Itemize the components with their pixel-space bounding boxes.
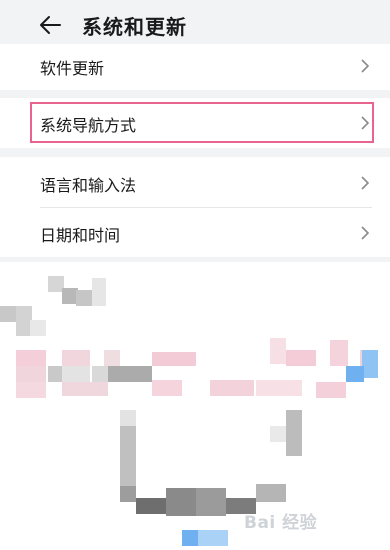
chevron-right-icon [361,176,370,190]
mosaic-block [62,366,90,382]
settings-item-language-input[interactable]: 语言和输入法 [0,158,390,208]
mosaic-block [256,380,302,396]
mosaic-block [48,366,62,382]
mosaic-block [286,410,302,456]
mosaic-block [62,382,108,396]
page-title: 系统和更新 [82,15,187,39]
arrow-left-icon[interactable] [38,12,64,38]
watermark: Bai 经验 [244,513,318,533]
mosaic-block [362,350,378,378]
settings-group-language-date: 语言和输入法 日期和时间 [0,157,390,257]
mosaic-block [62,350,90,366]
mosaic-block [182,530,198,546]
mosaic-block [30,320,46,336]
mosaic-block [166,488,196,516]
mosaic-block [0,306,16,322]
mosaic-block [152,352,196,366]
mosaic-block [16,366,46,382]
settings-item-software-update[interactable]: 软件更新 [0,41,390,91]
mosaic-block [152,380,182,396]
chevron-right-icon [361,226,370,240]
mosaic-block [198,530,228,546]
pixelated-preview [0,262,390,550]
mosaic-block [270,426,286,442]
mosaic-block [196,488,226,516]
mosaic-block [120,486,136,502]
mosaic-block [270,338,286,364]
settings-item-label: 语言和输入法 [40,176,137,195]
mosaic-block [256,484,286,502]
mosaic-block [108,366,152,382]
mosaic-block [286,350,316,366]
settings-item-date-time[interactable]: 日期和时间 [0,208,390,258]
mosaic-block [120,426,136,486]
mosaic-block [120,410,136,426]
settings-group-update: 软件更新 [0,44,390,90]
settings-item-label: 软件更新 [40,59,105,78]
mosaic-block [330,340,348,366]
mosaic-block [92,278,106,306]
mosaic-block [16,382,46,398]
mosaic-block [16,350,46,366]
mosaic-block [346,366,364,382]
chevron-right-icon [361,59,370,73]
mosaic-block [136,498,166,514]
highlight-frame [30,102,374,143]
mosaic-block [76,290,92,306]
mosaic-block [92,366,108,382]
mosaic-block [104,350,120,366]
mosaic-block [316,382,346,398]
settings-item-label: 日期和时间 [40,226,121,245]
mosaic-block [210,380,254,396]
